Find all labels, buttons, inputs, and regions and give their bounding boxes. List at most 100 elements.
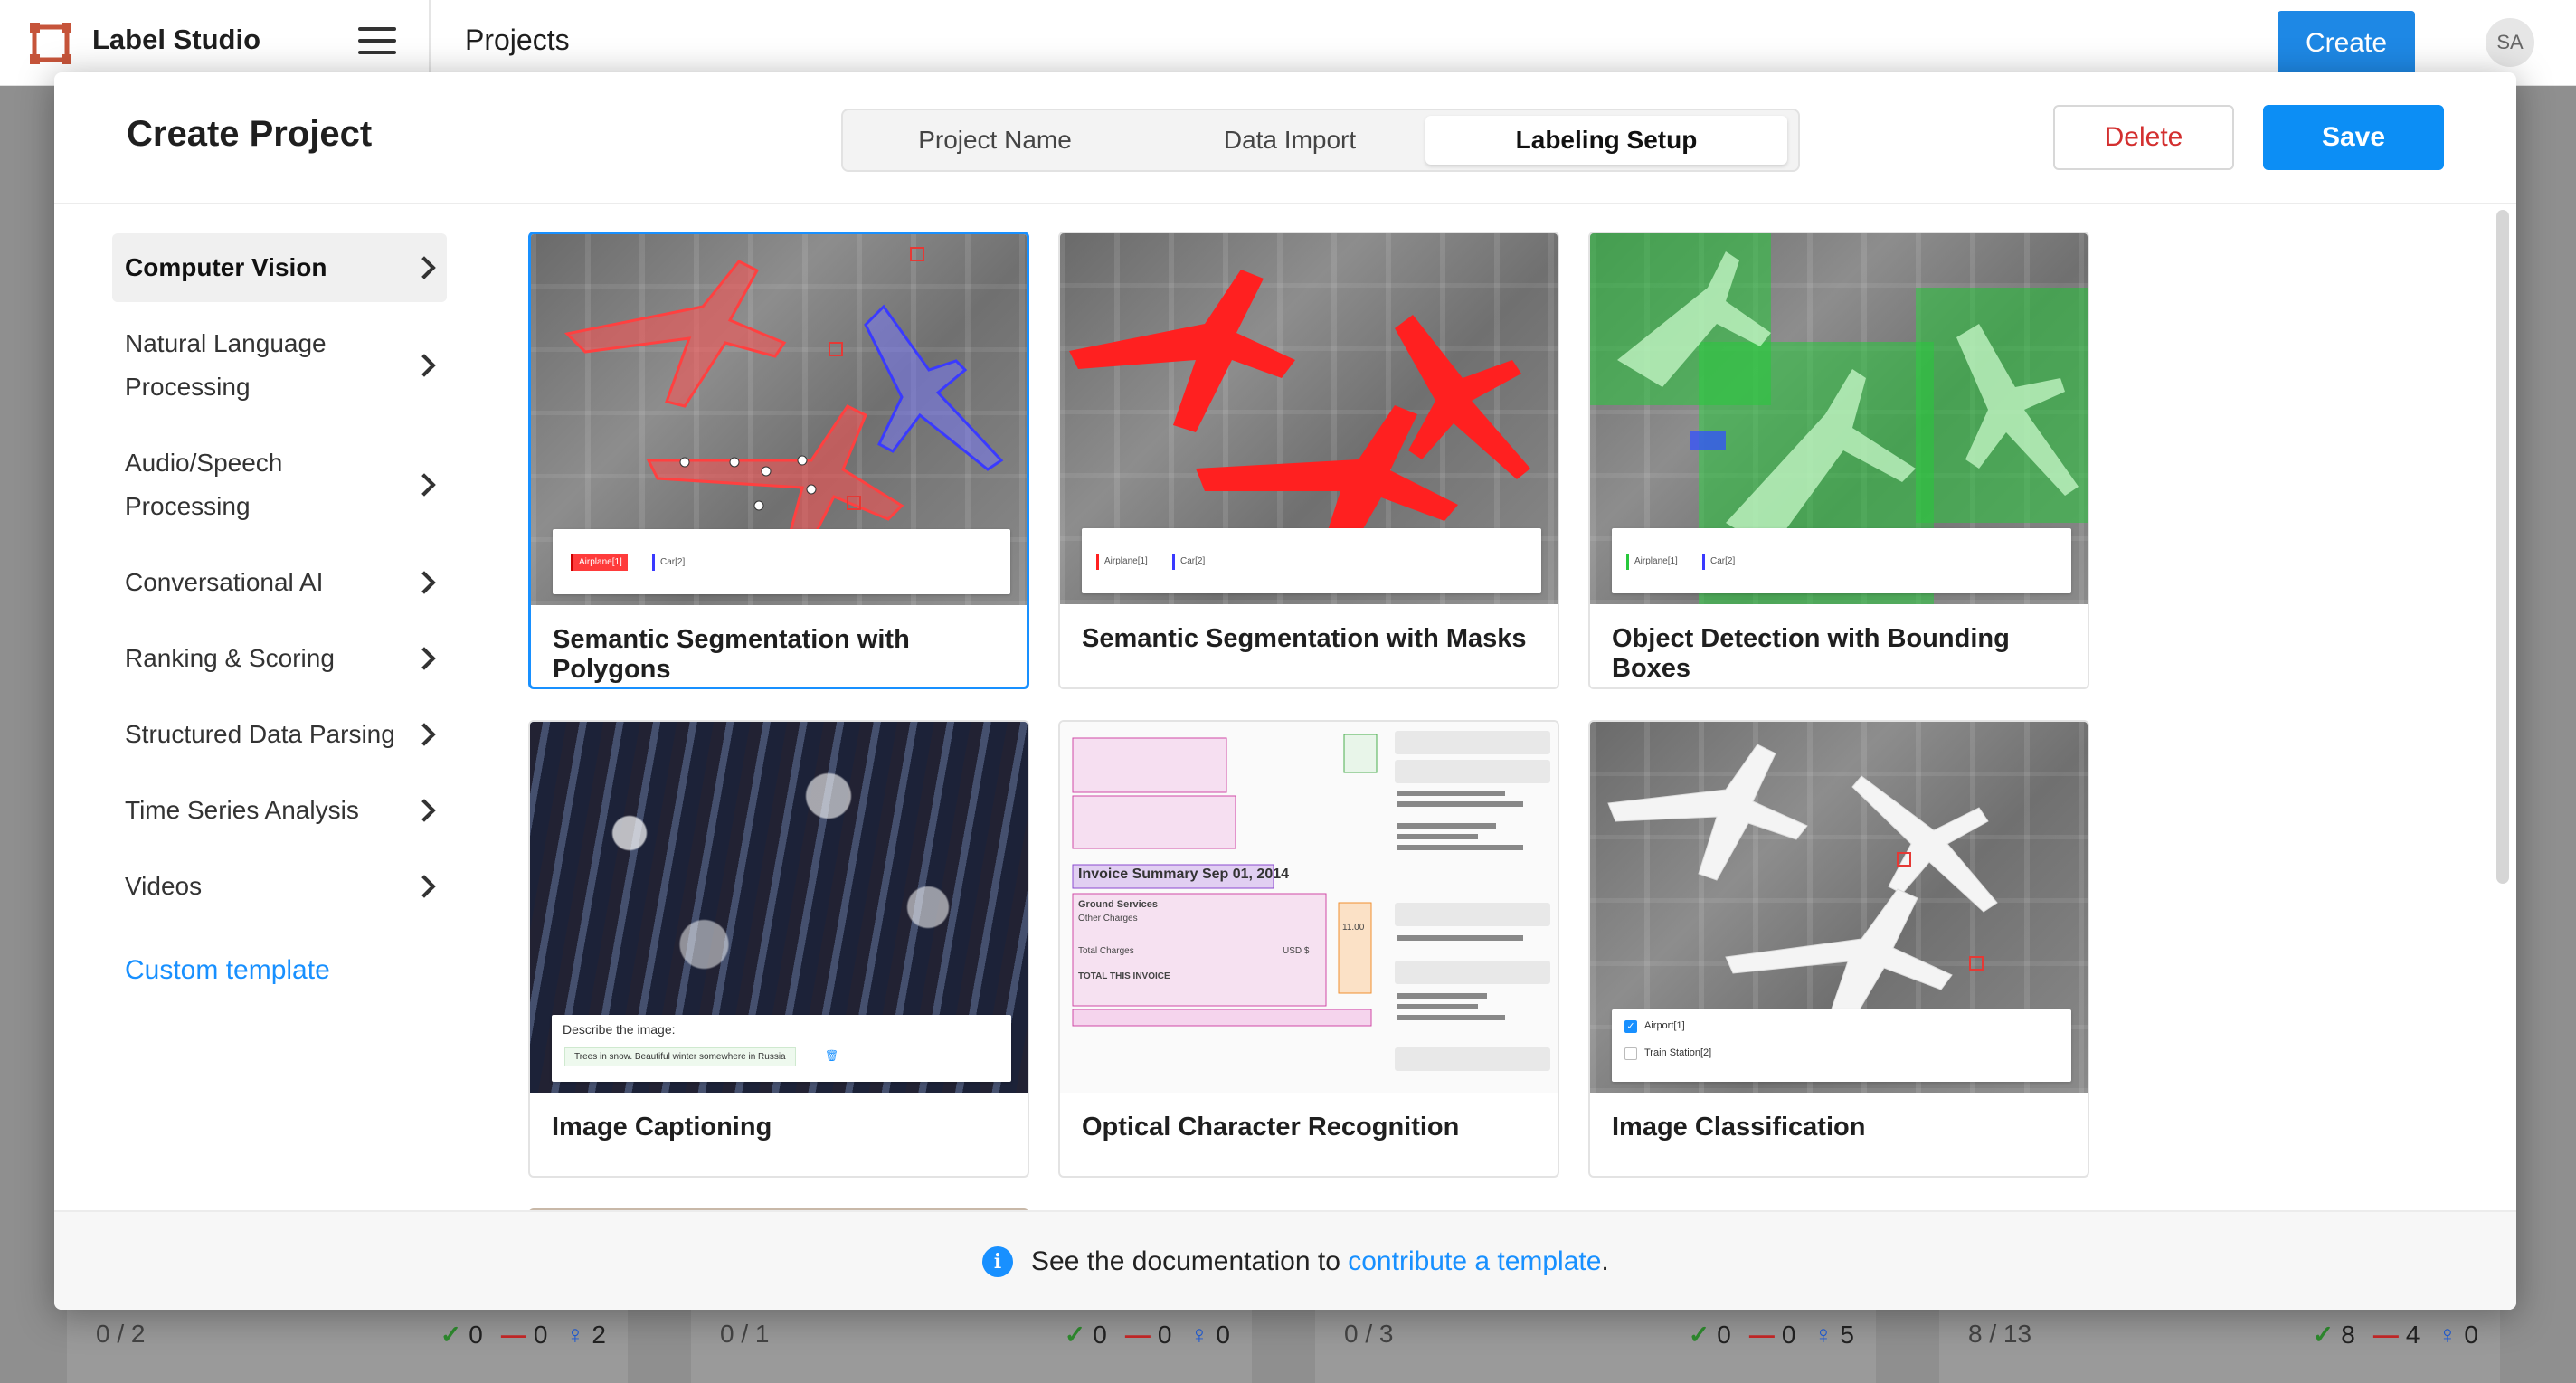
ocr-line: 11.00 (1342, 923, 1365, 933)
template-card-polygons[interactable]: Airplane[1] Car[2] Semantic Segmentation… (528, 232, 1029, 689)
project-card[interactable]: 8 / 13 ✓ 8 —4 ♀ 0 (1939, 1306, 2500, 1383)
modal-footer: i See the documentation to contribute a … (54, 1210, 2516, 1310)
label-chip: Airplane[1] (1096, 554, 1153, 570)
save-button[interactable]: Save (2263, 105, 2444, 170)
footer-text: See the documentation to contribute a te… (1031, 1246, 1609, 1277)
label-chip: Car[2] (1172, 554, 1210, 570)
tab-labeling-setup[interactable]: Labeling Setup (1425, 116, 1787, 165)
label-studio-logo-icon[interactable] (29, 22, 72, 65)
skipped-count: 0 (533, 1320, 548, 1349)
check-icon: ✓ (1064, 1321, 1086, 1349)
prediction-count: 0 (2464, 1320, 2478, 1349)
ocr-title: Invoice Summary Sep 01, 2014 (1078, 867, 1290, 882)
choice-label: Airport[1] (1644, 1020, 1685, 1031)
bulb-icon: ♀ (1814, 1320, 1833, 1349)
sidebar-item-label: Natural Language Processing (125, 329, 327, 401)
label-chip: Car[2] (652, 554, 690, 571)
ocr-line: Ground Services (1078, 899, 1159, 910)
ocr-line: TOTAL THIS INVOICE (1078, 971, 1170, 981)
label-chip: Airplane[1] (1626, 554, 1683, 570)
template-title: Image Captioning (552, 1113, 772, 1141)
template-category-sidebar: Computer Vision Natural Language Process… (112, 233, 447, 928)
sidebar-item-conversational-ai[interactable]: Conversational AI (112, 548, 447, 617)
sidebar-item-label: Time Series Analysis (125, 796, 359, 824)
prediction-count: 0 (1216, 1320, 1230, 1349)
chevron-right-icon (412, 799, 436, 822)
prediction-count: 5 (1840, 1320, 1854, 1349)
chevron-right-icon (412, 571, 436, 594)
template-grid: Airplane[1] Car[2] Semantic Segmentation… (474, 232, 2500, 1217)
label-panel: Airplane[1] Car[2] (1082, 528, 1541, 593)
template-card-ocr[interactable]: Invoice Summary Sep 01, 2014 Ground Serv… (1058, 720, 1559, 1178)
chevron-right-icon (412, 256, 436, 279)
check-icon: ✓ (440, 1321, 462, 1349)
hamburger-menu-icon[interactable] (358, 27, 396, 58)
task-count: 8 / 13 (1968, 1320, 2032, 1348)
sidebar-item-label: Structured Data Parsing (125, 720, 395, 748)
template-card-classification[interactable]: ✓ Airport[1] Train Station[2] Image Clas… (1588, 720, 2089, 1178)
choice-label: Train Station[2] (1644, 1047, 1712, 1058)
chevron-right-icon (412, 354, 436, 377)
minus-icon: — (2372, 1320, 2399, 1349)
skipped-count: 0 (1781, 1320, 1796, 1349)
caption-text: Trees in snow. Beautiful winter somewher… (564, 1047, 796, 1066)
template-title: Optical Character Recognition (1082, 1113, 1460, 1141)
template-thumbnail: Describe the image: Trees in snow. Beaut… (530, 722, 1028, 1093)
template-thumbnail: Airplane[1] Car[2] (1060, 233, 1558, 604)
template-title: Object Detection with Bounding Boxes (1612, 624, 2010, 683)
checkbox-checked-icon: ✓ (1624, 1020, 1637, 1033)
bulb-icon: ♀ (1189, 1320, 1209, 1349)
caption-prompt: Describe the image: (563, 1022, 676, 1037)
template-card-masks[interactable]: Airplane[1] Car[2] Semantic Segmentation… (1058, 232, 1559, 689)
create-project-button[interactable]: Create (2278, 11, 2415, 76)
caption-panel: Describe the image: Trees in snow. Beaut… (552, 1015, 1011, 1082)
sidebar-item-label: Audio/Speech Processing (125, 449, 283, 520)
sidebar-item-nlp[interactable]: Natural Language Processing (112, 309, 447, 422)
custom-template-link[interactable]: Custom template (125, 955, 330, 986)
sidebar-item-label: Conversational AI (125, 568, 324, 596)
classification-panel: ✓ Airport[1] Train Station[2] (1612, 1009, 2071, 1082)
template-card-bounding-boxes[interactable]: Airplane[1] Car[2] Object Detection with… (1588, 232, 2089, 689)
sidebar-item-computer-vision[interactable]: Computer Vision (112, 233, 447, 302)
ocr-line: Total Charges (1078, 946, 1134, 956)
tab-data-import[interactable]: Data Import (1145, 116, 1435, 165)
check-icon: ✓ (1688, 1321, 1710, 1349)
project-card[interactable]: 0 / 3 ✓ 0 —0 ♀ 5 (1315, 1306, 1876, 1383)
sidebar-item-time-series[interactable]: Time Series Analysis (112, 776, 447, 845)
delete-button[interactable]: Delete (2053, 105, 2234, 170)
sidebar-item-audio-speech[interactable]: Audio/Speech Processing (112, 429, 447, 541)
bulb-icon: ♀ (565, 1320, 585, 1349)
template-title: Image Classification (1612, 1113, 1866, 1141)
template-thumbnail: Invoice Summary Sep 01, 2014 Ground Serv… (1060, 722, 1558, 1093)
task-count: 0 / 2 (96, 1320, 146, 1348)
tab-project-name[interactable]: Project Name (850, 116, 1140, 165)
completed-count: 0 (1717, 1320, 1731, 1349)
bulb-icon: ♀ (2438, 1320, 2458, 1349)
label-panel: Airplane[1] Car[2] (553, 529, 1010, 594)
checkbox-unchecked-icon (1624, 1047, 1637, 1060)
completed-count: 0 (1093, 1320, 1107, 1349)
delete-icon: 🗑 (825, 1049, 839, 1062)
contribute-template-link[interactable]: contribute a template (1348, 1246, 1601, 1276)
skipped-count: 4 (2405, 1320, 2420, 1349)
chevron-right-icon (412, 875, 436, 898)
minus-icon: — (1748, 1320, 1775, 1349)
sidebar-item-ranking-scoring[interactable]: Ranking & Scoring (112, 624, 447, 693)
check-icon: ✓ (2312, 1321, 2334, 1349)
label-chip: Car[2] (1702, 554, 1740, 570)
sidebar-item-label: Computer Vision (125, 253, 327, 281)
task-count: 0 / 1 (720, 1320, 770, 1348)
user-avatar[interactable]: SA (2486, 18, 2534, 67)
sidebar-item-videos[interactable]: Videos (112, 852, 447, 921)
sidebar-item-structured-data[interactable]: Structured Data Parsing (112, 700, 447, 769)
modal-title: Create Project (127, 114, 373, 154)
project-card[interactable]: 0 / 2 ✓ 0 —0 ♀ 2 (67, 1306, 628, 1383)
skipped-count: 0 (1157, 1320, 1172, 1349)
template-card-captioning[interactable]: Describe the image: Trees in snow. Beaut… (528, 720, 1029, 1178)
prediction-count: 2 (592, 1320, 606, 1349)
app-name: Label Studio (92, 24, 260, 55)
sidebar-item-label: Ranking & Scoring (125, 644, 335, 672)
completed-count: 8 (2341, 1320, 2355, 1349)
grid-scrollbar[interactable] (2496, 210, 2509, 884)
project-card[interactable]: 0 / 1 ✓ 0 —0 ♀ 0 (691, 1306, 1252, 1383)
